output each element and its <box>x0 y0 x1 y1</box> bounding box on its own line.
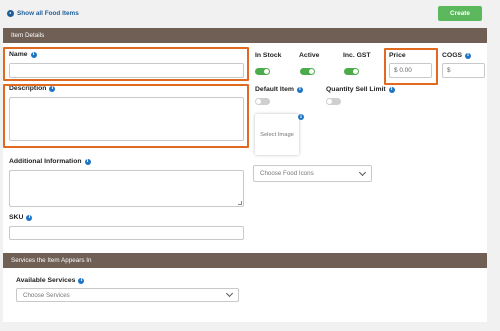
quantity-sell-limit-label-text: Quantity Sell Limit <box>326 86 386 93</box>
cogs-input[interactable]: $ <box>442 63 485 78</box>
info-icon[interactable]: i <box>26 214 33 221</box>
select-image-box[interactable]: Select Image <box>255 114 299 155</box>
sku-label: SKU i <box>9 214 33 221</box>
info-icon[interactable]: i <box>84 158 91 165</box>
available-services-label-text: Available Services <box>16 277 76 284</box>
inc-gst-label: Inc. GST <box>343 52 371 59</box>
services-header: Services the Item Appears In <box>3 253 487 268</box>
active-toggle[interactable] <box>300 68 315 75</box>
available-services-label: Available Services i <box>16 277 85 284</box>
inc-gst-toggle[interactable] <box>344 68 359 75</box>
services-placeholder: Choose Services <box>23 291 70 299</box>
info-icon[interactable]: i <box>78 277 85 284</box>
name-highlight <box>3 47 249 81</box>
chevron-down-icon <box>225 289 234 298</box>
create-button[interactable]: Create <box>438 6 482 21</box>
default-item-label-text: Default Item <box>255 86 294 93</box>
info-icon[interactable]: i <box>465 52 472 59</box>
additional-information-textarea[interactable] <box>9 170 244 207</box>
sku-label-text: SKU <box>9 214 24 221</box>
default-item-label: Default Item i <box>255 86 303 93</box>
in-stock-label: In Stock <box>255 52 282 59</box>
price-highlight <box>384 48 438 85</box>
show-all-food-items-link[interactable]: Show all Food Items <box>7 10 79 17</box>
services-select[interactable]: Choose Services <box>16 288 239 302</box>
back-link-label: Show all Food Items <box>17 10 79 17</box>
food-icons-placeholder: Choose Food Icons <box>260 170 314 177</box>
services-title: Services the Item Appears In <box>11 257 92 264</box>
chevron-down-icon <box>358 168 367 176</box>
info-icon[interactable]: i <box>296 86 303 93</box>
item-details-title: Item Details <box>11 32 45 39</box>
description-highlight <box>3 84 249 148</box>
cogs-label-text: COGS <box>442 52 463 59</box>
back-arrow-icon <box>7 10 14 17</box>
in-stock-toggle[interactable] <box>255 68 270 75</box>
active-label: Active <box>299 52 320 59</box>
select-image-label: Select Image <box>260 131 294 138</box>
quantity-sell-limit-toggle[interactable] <box>326 98 341 105</box>
additional-information-label: Additional Information i <box>9 158 91 165</box>
sku-input[interactable] <box>9 226 244 240</box>
item-details-header: Item Details <box>3 28 487 43</box>
resize-handle-icon[interactable] <box>238 201 242 205</box>
additional-information-label-text: Additional Information <box>9 158 82 165</box>
food-icons-select[interactable]: Choose Food Icons <box>253 165 372 182</box>
info-icon[interactable]: i <box>298 114 304 120</box>
item-form-card: Item Details Name i In Stock Active Inc.… <box>3 28 487 322</box>
default-item-toggle[interactable] <box>255 98 270 105</box>
info-icon[interactable]: i <box>388 86 395 93</box>
quantity-sell-limit-label: Quantity Sell Limit i <box>326 86 395 93</box>
cogs-label: COGS i <box>442 52 472 59</box>
